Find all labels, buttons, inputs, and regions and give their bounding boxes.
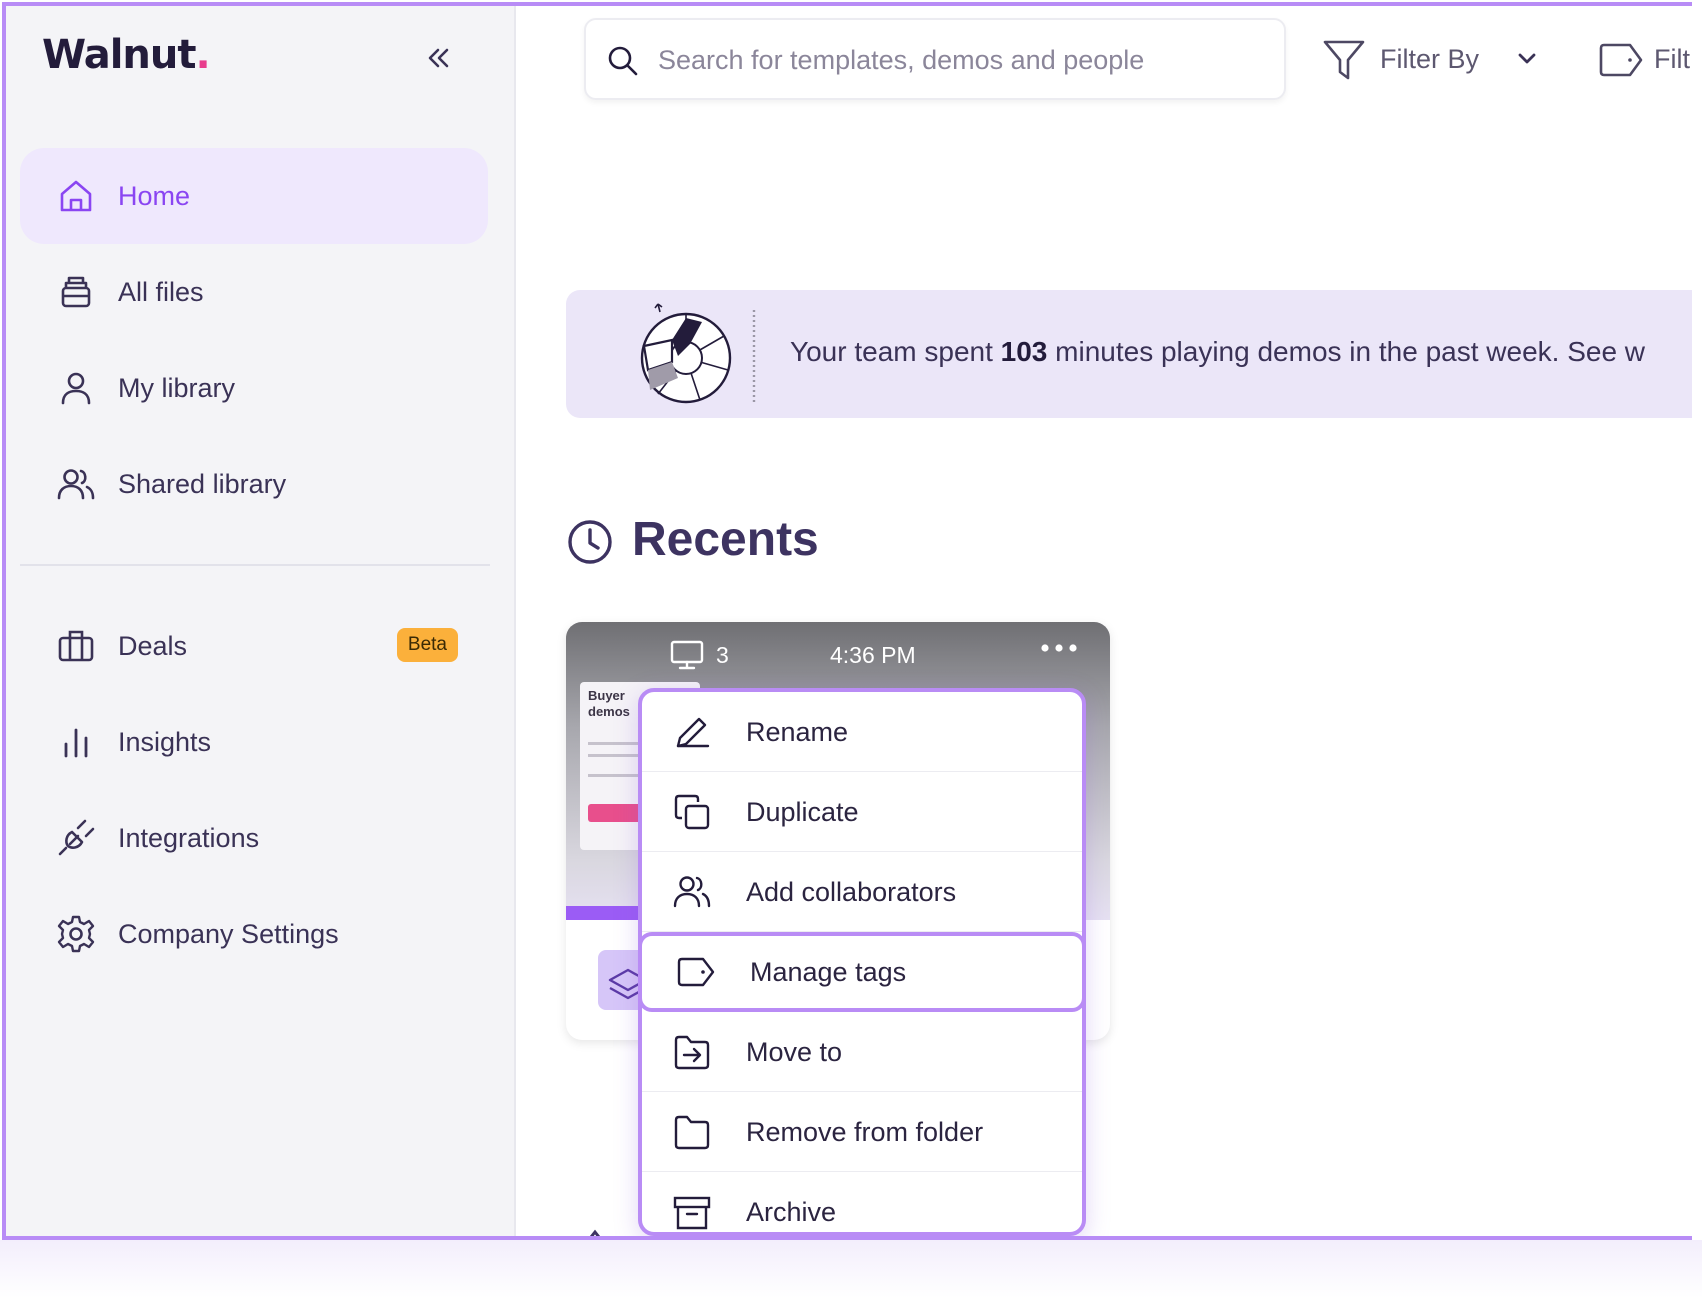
sidebar-item-label: My library xyxy=(118,372,236,403)
menu-item-label: Add collaborators xyxy=(746,877,957,907)
menu-item-label: Archive xyxy=(746,1197,837,1227)
logo-dot: . xyxy=(195,32,210,78)
sidebar-item-all-files[interactable]: All files xyxy=(20,244,488,340)
context-menu: Rename Duplicate Add collaborators Manag… xyxy=(638,688,1086,1236)
duplicate-icon xyxy=(672,792,712,832)
sidebar-item-insights[interactable]: Insights xyxy=(20,694,488,790)
archive-icon xyxy=(672,1192,712,1232)
menu-item-archive[interactable]: Archive xyxy=(642,1172,1082,1236)
folder-move-icon xyxy=(672,1032,712,1072)
menu-item-add-collaborators[interactable]: Add collaborators xyxy=(642,852,1082,932)
thumbnail-cta xyxy=(588,804,644,822)
sidebar-item-label: Deals xyxy=(118,630,188,661)
users-icon xyxy=(56,464,96,504)
sidebar-item-deals[interactable]: Deals Beta xyxy=(20,598,488,694)
sidebar-item-label: Shared library xyxy=(118,468,287,499)
screen-count: 3 xyxy=(716,642,729,668)
logo-text: Walnut xyxy=(42,32,196,78)
collapse-sidebar-icon[interactable] xyxy=(422,42,454,74)
banner-text: Your team spent 103 minutes playing demo… xyxy=(790,336,1645,368)
monitor-icon xyxy=(670,640,704,670)
tag-icon xyxy=(1598,40,1644,80)
chevron-down-icon xyxy=(1514,46,1540,72)
menu-item-label: Manage tags xyxy=(750,957,907,987)
menu-item-remove-from-folder[interactable]: Remove from folder xyxy=(642,1092,1082,1172)
clock-icon xyxy=(566,518,614,566)
users-icon xyxy=(672,872,712,912)
banner-suffix: minutes playing demos in the past week. … xyxy=(1047,336,1646,367)
plug-icon xyxy=(56,818,96,858)
search-bar[interactable] xyxy=(584,18,1286,100)
frame-shadow xyxy=(0,1240,1702,1298)
funnel-icon xyxy=(1322,38,1366,82)
sidebar-item-label: All files xyxy=(118,276,204,307)
sidebar-item-label: Insights xyxy=(118,726,212,757)
menu-item-move-to[interactable]: Move to xyxy=(642,1012,1082,1092)
thumbnail-title: Buyer demos xyxy=(588,688,630,719)
sidebar-item-label: Home xyxy=(118,180,191,211)
sidebar-item-my-library[interactable]: My library xyxy=(20,340,488,436)
menu-item-rename[interactable]: Rename xyxy=(642,692,1082,772)
tag-filter-label: Filt xyxy=(1654,44,1690,74)
app-window: Walnut. Home All files My library Shared… xyxy=(2,2,1692,1240)
sidebar-item-label: Integrations xyxy=(118,822,260,853)
sidebar-divider xyxy=(20,564,490,566)
sidebar-item-company-settings[interactable]: Company Settings xyxy=(20,886,488,982)
chart-illustration-icon xyxy=(628,300,758,408)
pencil-icon xyxy=(672,712,712,752)
menu-item-label: Remove from folder xyxy=(746,1117,984,1147)
folder-icon xyxy=(672,1112,712,1152)
card-meta: 3 4:36 PM xyxy=(566,622,1110,682)
beta-badge: Beta xyxy=(396,628,458,662)
menu-item-duplicate[interactable]: Duplicate xyxy=(642,772,1082,852)
filter-by-label: Filter By xyxy=(1380,44,1480,74)
banner-minutes: 103 xyxy=(1000,336,1048,367)
menu-item-label: Duplicate xyxy=(746,797,859,827)
search-icon xyxy=(606,44,640,78)
menu-item-label: Move to xyxy=(746,1037,843,1067)
sidebar: Walnut. Home All files My library Shared… xyxy=(6,6,516,1236)
sidebar-item-integrations[interactable]: Integrations xyxy=(20,790,488,886)
more-options-icon[interactable] xyxy=(1036,636,1082,666)
card-time: 4:36 PM xyxy=(830,642,916,668)
sidebar-item-home[interactable]: Home xyxy=(20,148,488,244)
menu-item-label: Rename xyxy=(746,717,849,747)
insights-banner[interactable]: Your team spent 103 minutes playing demo… xyxy=(566,290,1692,418)
briefcase-icon xyxy=(56,626,96,666)
menu-item-manage-tags[interactable]: Manage tags xyxy=(638,932,1086,1012)
banner-prefix: Your team spent xyxy=(790,336,1001,367)
walnut-logo[interactable]: Walnut. xyxy=(42,32,211,78)
sidebar-item-label: Company Settings xyxy=(118,918,339,949)
user-icon xyxy=(56,368,96,408)
recents-title: Recents xyxy=(632,513,819,566)
section-icon-peek xyxy=(580,1228,610,1236)
bar-chart-icon xyxy=(56,722,96,762)
sidebar-item-shared-library[interactable]: Shared library xyxy=(20,436,488,532)
tag-icon xyxy=(676,952,716,992)
search-input[interactable] xyxy=(656,36,1260,84)
files-icon xyxy=(56,272,96,312)
home-icon xyxy=(56,176,96,216)
gear-icon xyxy=(56,914,96,954)
